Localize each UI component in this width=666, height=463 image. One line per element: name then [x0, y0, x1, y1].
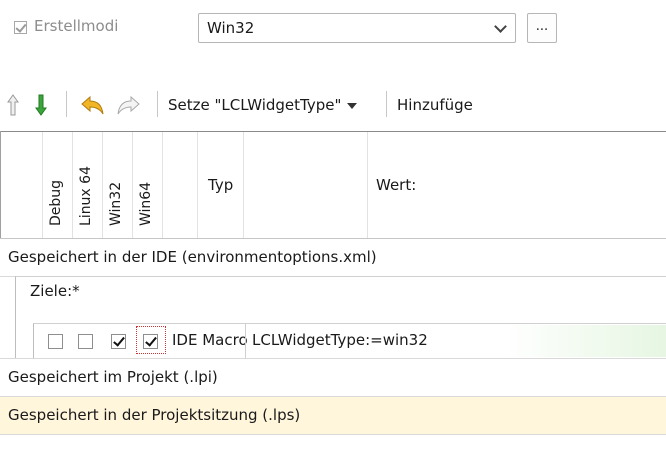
column-divider — [245, 324, 246, 358]
toolbar-separator — [386, 91, 387, 117]
group-label-ide: Gespeichert in der IDE (environmentoptio… — [8, 248, 377, 266]
row-divider — [0, 434, 666, 435]
undo-icon[interactable] — [80, 93, 106, 117]
column-divider — [197, 132, 198, 239]
column-header-value[interactable]: Wert: — [376, 176, 416, 194]
group-label-session: Gespeichert in der Projektsitzung (.lps) — [8, 406, 301, 424]
group-label-project: Gespeichert im Projekt (.lpi) — [8, 368, 218, 386]
table-row[interactable]: IDE Macro LCLWidgetType:=win32 — [33, 323, 666, 358]
group-row-project[interactable]: Gespeichert im Projekt (.lpi) — [0, 359, 666, 396]
arrow-down-icon[interactable] — [34, 93, 48, 117]
set-widget-type-label: Setze "LCLWidgetType" — [168, 96, 342, 114]
group-row-ide[interactable]: Gespeichert in der IDE (environmentoptio… — [0, 239, 666, 276]
grid-left-border — [0, 131, 1, 239]
column-divider — [102, 132, 103, 239]
add-button[interactable]: Hinzufüge — [397, 96, 473, 114]
toolbar-separator — [66, 91, 67, 117]
debug-checkbox[interactable] — [48, 334, 63, 349]
column-divider — [42, 132, 43, 239]
set-widget-type-dropdown[interactable]: Setze "LCLWidgetType" — [168, 96, 358, 114]
build-modes-checkbox[interactable] — [14, 21, 27, 34]
group-row-session[interactable]: Gespeichert in der Projektsitzung (.lps) — [0, 397, 666, 434]
add-button-label: Hinzufüge — [397, 96, 473, 114]
dropdown-caret-icon — [347, 102, 358, 109]
column-header-type[interactable]: Typ — [208, 176, 233, 194]
arrow-up-icon[interactable] — [6, 93, 20, 117]
redo-icon[interactable] — [115, 93, 141, 117]
row-highlight — [504, 325, 666, 357]
column-divider — [132, 132, 133, 239]
column-header-win32[interactable]: Win32 — [108, 182, 124, 226]
build-mode-combobox[interactable]: Win32 — [198, 13, 516, 43]
linux64-checkbox[interactable] — [78, 334, 93, 349]
row-type-cell[interactable]: IDE Macro — [172, 331, 248, 349]
column-divider — [243, 132, 244, 239]
win32-checkbox[interactable] — [111, 334, 126, 349]
column-header-win64[interactable]: Win64 — [138, 182, 154, 226]
build-modes-edit-button[interactable]: ... — [527, 13, 557, 43]
grid-top-border — [0, 131, 666, 132]
column-divider — [162, 132, 163, 239]
toolbar-separator — [157, 91, 158, 117]
build-mode-combobox-value: Win32 — [207, 19, 255, 37]
targets-label: Ziele:* — [30, 282, 80, 300]
column-divider — [367, 132, 368, 239]
chevron-down-icon — [494, 20, 507, 33]
row-value-cell[interactable]: LCLWidgetType:=win32 — [252, 331, 428, 349]
column-divider — [72, 132, 73, 239]
win64-checkbox[interactable] — [143, 334, 158, 349]
build-modes-label: Erstellmodi — [34, 17, 119, 35]
column-header-debug[interactable]: Debug — [48, 180, 64, 226]
column-header-linux64[interactable]: Linux 64 — [78, 166, 94, 226]
